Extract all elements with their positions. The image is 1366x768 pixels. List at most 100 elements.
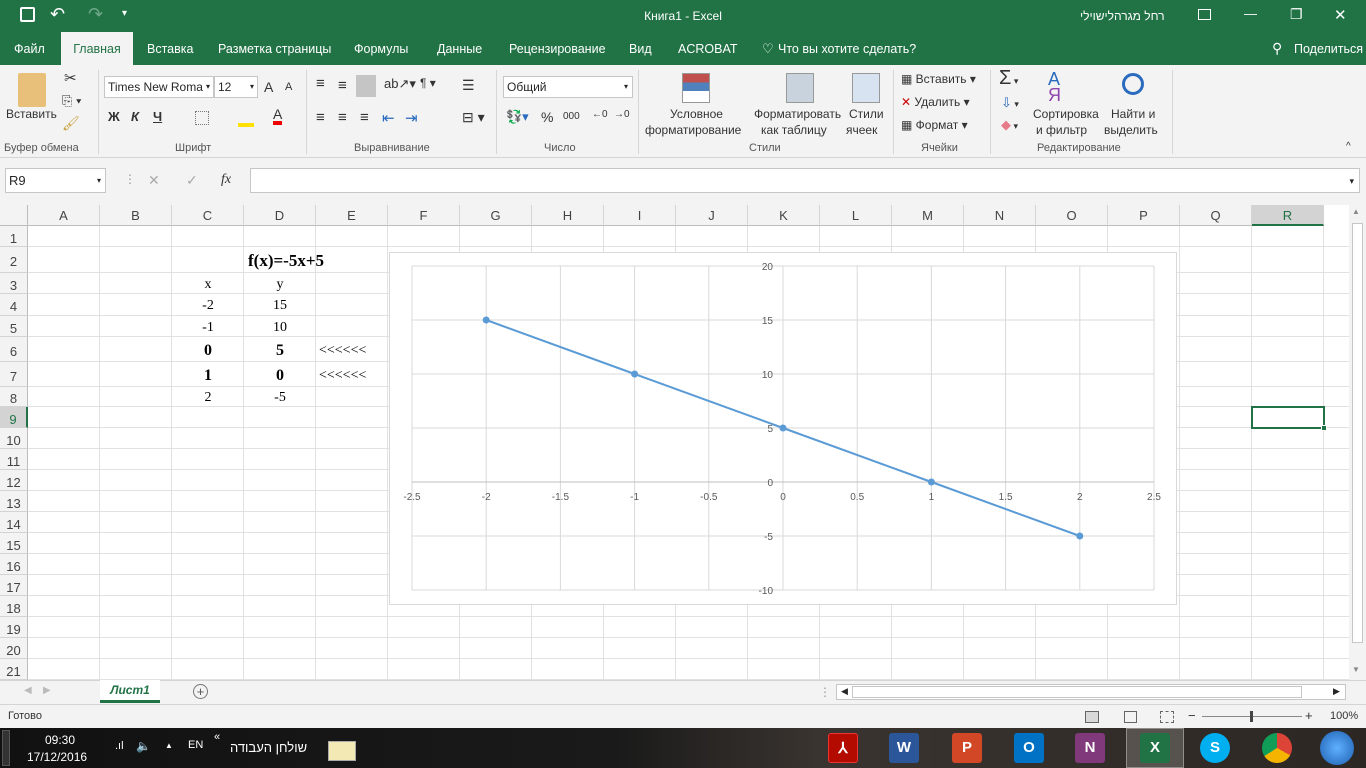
row-header-21[interactable]: 21 bbox=[0, 659, 28, 680]
column-header-R[interactable]: R bbox=[1252, 205, 1324, 226]
cell-D7[interactable]: 0 bbox=[244, 362, 316, 387]
borders-icon[interactable] bbox=[195, 111, 209, 125]
format-as-table-icon[interactable] bbox=[786, 73, 814, 103]
column-header-H[interactable]: H bbox=[532, 205, 604, 226]
paste-button[interactable]: Вставить bbox=[6, 107, 57, 121]
decrease-decimal-icon[interactable]: →0 bbox=[614, 109, 630, 120]
align-top-icon[interactable]: ≡ bbox=[316, 75, 325, 92]
cell-styles-icon[interactable] bbox=[852, 73, 880, 103]
cell-D5[interactable]: 10 bbox=[244, 316, 316, 337]
cell-D2[interactable]: f(x)=-5x+5 bbox=[244, 247, 388, 273]
formula-input[interactable]: ▾ bbox=[250, 168, 1360, 193]
tab-formulas[interactable]: Формулы bbox=[344, 32, 418, 65]
format-as-table-line2[interactable]: как таблицу bbox=[761, 123, 827, 137]
zoom-in-button[interactable]: + bbox=[1305, 708, 1313, 723]
start-button[interactable] bbox=[1320, 731, 1354, 765]
acrobat-taskbar-icon[interactable]: ⅄ bbox=[828, 733, 858, 763]
increase-indent-icon[interactable]: ⇥ bbox=[405, 109, 418, 127]
select-all-corner[interactable] bbox=[0, 205, 28, 226]
column-header-M[interactable]: M bbox=[892, 205, 964, 226]
cut-icon[interactable]: ✂ bbox=[64, 69, 77, 87]
ribbon-display-options-icon[interactable] bbox=[1198, 9, 1211, 20]
cell-C4[interactable]: -2 bbox=[172, 294, 244, 316]
column-header-G[interactable]: G bbox=[460, 205, 532, 226]
tab-split-handle[interactable]: ⋮ bbox=[819, 685, 831, 699]
row-header-13[interactable]: 13 bbox=[0, 491, 28, 512]
paste-icon[interactable] bbox=[18, 73, 46, 107]
underline-button[interactable]: Ч bbox=[153, 109, 162, 124]
fill-icon[interactable]: ⇩ ▾ bbox=[1001, 95, 1019, 111]
show-desktop-button[interactable] bbox=[2, 730, 10, 766]
find-select-line2[interactable]: выделить bbox=[1104, 123, 1158, 137]
align-middle-icon[interactable]: ≡ bbox=[338, 77, 347, 94]
active-cell-selection[interactable] bbox=[1251, 406, 1325, 429]
vertical-scroll-thumb[interactable] bbox=[1352, 223, 1363, 643]
insert-function-button[interactable]: fx bbox=[221, 172, 231, 188]
thousands-button[interactable]: 000 bbox=[563, 111, 580, 122]
cell-E7[interactable]: <<<<<< bbox=[319, 362, 391, 387]
zoom-slider-thumb[interactable] bbox=[1250, 711, 1253, 722]
row-header-3[interactable]: 3 bbox=[0, 273, 28, 294]
format-painter-icon[interactable]: 🖌 bbox=[62, 115, 80, 132]
insert-cells-button[interactable]: ▦ Вставить ▾ bbox=[901, 72, 976, 86]
column-header-F[interactable]: F bbox=[388, 205, 460, 226]
conditional-formatting-icon[interactable] bbox=[682, 73, 710, 103]
autosum-icon[interactable]: Σ ▾ bbox=[999, 67, 1018, 90]
find-select-icon[interactable] bbox=[1122, 73, 1144, 95]
tab-view[interactable]: Вид bbox=[619, 32, 662, 65]
column-header-E[interactable]: E bbox=[316, 205, 388, 226]
sort-filter-line2[interactable]: и фильтр bbox=[1036, 123, 1087, 137]
scroll-down-icon[interactable]: ▼ bbox=[1352, 665, 1360, 674]
cell-C8[interactable]: 2 bbox=[172, 387, 244, 407]
column-header-J[interactable]: J bbox=[676, 205, 748, 226]
clock-time[interactable]: 09:30 bbox=[45, 733, 75, 747]
column-header-B[interactable]: B bbox=[100, 205, 172, 226]
cell-D3[interactable]: y bbox=[244, 273, 316, 294]
chrome-taskbar-icon[interactable] bbox=[1262, 733, 1292, 763]
volume-icon[interactable]: 🔈 bbox=[136, 739, 151, 753]
tab-insert[interactable]: Вставка bbox=[137, 32, 203, 65]
cell-C5[interactable]: -1 bbox=[172, 316, 244, 337]
row-header-10[interactable]: 10 bbox=[0, 428, 28, 449]
cell-D8[interactable]: -5 bbox=[244, 387, 316, 407]
column-header-P[interactable]: P bbox=[1108, 205, 1180, 226]
column-header-C[interactable]: C bbox=[172, 205, 244, 226]
zoom-level[interactable]: 100% bbox=[1330, 710, 1358, 722]
percent-button[interactable]: % bbox=[541, 109, 553, 125]
skype-taskbar-icon[interactable]: S bbox=[1200, 733, 1230, 763]
cell-D4[interactable]: 15 bbox=[244, 294, 316, 316]
column-header-A[interactable]: A bbox=[28, 205, 100, 226]
align-left-icon[interactable]: ≡ bbox=[316, 109, 325, 126]
cell-C6[interactable]: 0 bbox=[172, 337, 244, 362]
rtl-icon[interactable]: ¶ ▾ bbox=[420, 76, 436, 90]
horizontal-scrollbar[interactable]: ◀ ▶ bbox=[836, 684, 1346, 700]
conditional-formatting-line2[interactable]: форматирование bbox=[645, 123, 741, 137]
sort-filter-line1[interactable]: Сортировка bbox=[1033, 107, 1099, 121]
worksheet-grid[interactable]: A B C D E F G H I J K L M N O P Q R 1 2 3 4 5 6 7 8 9 10 11 12 13 14 15 1… bbox=[0, 205, 1349, 680]
row-header-18[interactable]: 18 bbox=[0, 596, 28, 617]
word-taskbar-icon[interactable]: W bbox=[889, 733, 919, 763]
tab-data[interactable]: Данные bbox=[427, 32, 492, 65]
row-header-12[interactable]: 12 bbox=[0, 470, 28, 491]
align-center-icon[interactable]: ≡ bbox=[338, 109, 347, 126]
increase-decimal-icon[interactable]: ←0 bbox=[592, 109, 608, 120]
row-header-19[interactable]: 19 bbox=[0, 617, 28, 638]
close-button[interactable]: ✕ bbox=[1334, 6, 1347, 24]
font-name-select[interactable]: Times New Roma ▾ bbox=[104, 76, 214, 98]
vertical-scrollbar[interactable]: ▲ ▼ bbox=[1349, 205, 1366, 680]
orientation-icon[interactable]: ab↗▾ bbox=[384, 76, 416, 92]
name-box[interactable]: R9 ▾ bbox=[5, 168, 106, 193]
merge-center-icon[interactable]: ⊟ ▾ bbox=[462, 109, 485, 126]
cell-C7[interactable]: 1 bbox=[172, 362, 244, 387]
grow-font-button[interactable]: A bbox=[264, 79, 273, 95]
row-header-17[interactable]: 17 bbox=[0, 575, 28, 596]
zoom-out-button[interactable]: − bbox=[1188, 708, 1196, 723]
tab-acrobat[interactable]: ACROBAT bbox=[668, 32, 748, 65]
next-sheet-icon[interactable]: ▶ bbox=[43, 685, 51, 696]
restore-button[interactable]: ❐ bbox=[1290, 6, 1303, 23]
sheet-tab-list1[interactable]: Лист1 bbox=[100, 680, 160, 703]
minimize-button[interactable]: — bbox=[1244, 6, 1257, 21]
conditional-formatting-line1[interactable]: Условное bbox=[670, 107, 723, 121]
collapse-ribbon-icon[interactable]: ^ bbox=[1346, 141, 1351, 152]
number-format-select[interactable]: Общий ▾ bbox=[503, 76, 633, 98]
